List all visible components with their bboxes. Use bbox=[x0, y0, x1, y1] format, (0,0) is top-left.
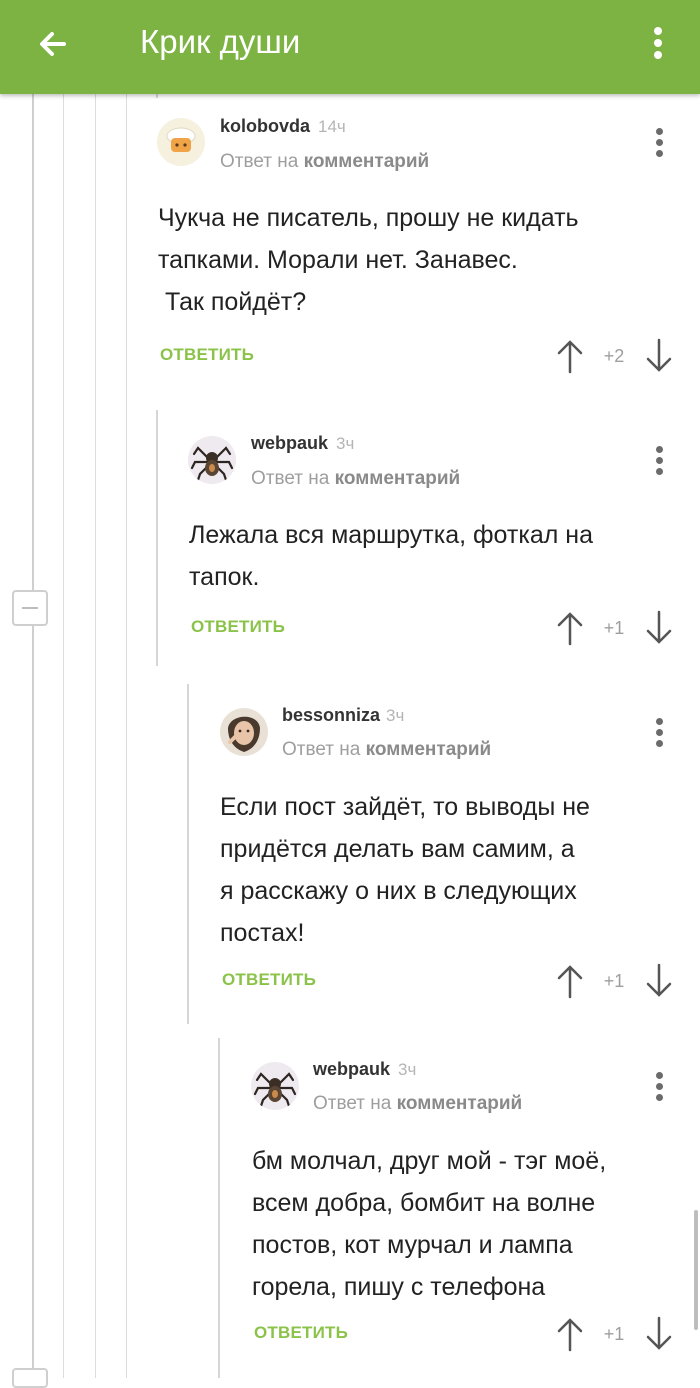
comment-rating: +1 bbox=[603, 618, 625, 638]
comment-author[interactable]: webpauk bbox=[251, 432, 328, 454]
comment-text: бм молчал, друг мой - тэг моё, всем добр… bbox=[252, 1147, 607, 1301]
comment-time: 3ч bbox=[386, 706, 405, 725]
reply-button[interactable]: ОТВЕТИТЬ bbox=[222, 969, 316, 991]
reply-prefix: Ответ на bbox=[313, 1093, 392, 1114]
reply-button[interactable]: ОТВЕТИТЬ bbox=[254, 1322, 348, 1344]
comment-rating: +1 bbox=[603, 971, 625, 991]
comment-author[interactable]: webpauk bbox=[313, 1058, 390, 1080]
comment-rating: +1 bbox=[603, 1324, 625, 1344]
comment-time: 3ч bbox=[336, 434, 355, 453]
reply-prefix: Ответ на bbox=[282, 739, 361, 760]
more-vertical-icon[interactable] bbox=[649, 714, 669, 754]
downvote-arrow-icon[interactable] bbox=[644, 338, 674, 374]
reply-to-label: Ответ на комментарий bbox=[251, 467, 460, 491]
reply-prefix: Ответ на bbox=[251, 468, 330, 489]
more-vertical-icon[interactable] bbox=[649, 1068, 669, 1108]
upvote-arrow-icon[interactable] bbox=[555, 338, 585, 374]
thread-rail bbox=[187, 684, 189, 1024]
more-vertical-icon[interactable] bbox=[649, 442, 669, 482]
reply-link[interactable]: комментарий bbox=[335, 468, 461, 489]
more-vertical-icon[interactable] bbox=[640, 18, 676, 70]
comment: webpauk 3ч Ответ на комментарий бм молча… bbox=[0, 1038, 700, 1378]
arrow-left-icon[interactable] bbox=[30, 20, 80, 70]
thread-rail bbox=[218, 1038, 220, 1378]
downvote-arrow-icon[interactable] bbox=[644, 610, 674, 646]
downvote-arrow-icon[interactable] bbox=[644, 963, 674, 999]
reply-button[interactable]: ОТВЕТИТЬ bbox=[160, 344, 254, 366]
app-bar: Крик души bbox=[0, 0, 700, 94]
thread-rail bbox=[156, 94, 158, 98]
thread-rail bbox=[156, 410, 158, 666]
scrollbar[interactable] bbox=[694, 1210, 698, 1330]
comment: kolobovda 14ч Ответ на комментарий Чукча… bbox=[0, 94, 700, 394]
page-title: Крик души bbox=[140, 23, 301, 60]
reply-prefix: Ответ на bbox=[220, 151, 299, 172]
chef-hat-avatar[interactable] bbox=[157, 118, 205, 166]
comment: webpauk 3ч Ответ на комментарий Лежала в… bbox=[0, 410, 700, 666]
tarantula-avatar[interactable] bbox=[188, 436, 236, 484]
downvote-arrow-icon[interactable] bbox=[644, 1316, 674, 1352]
reply-link[interactable]: комментарий bbox=[397, 1093, 523, 1114]
comment-time: 3ч bbox=[398, 1060, 417, 1079]
portrait-avatar[interactable] bbox=[220, 708, 268, 756]
comment-author[interactable]: kolobovda bbox=[220, 115, 310, 137]
reply-to-label: Ответ на комментарий bbox=[282, 738, 491, 762]
reply-to-label: Ответ на комментарий bbox=[220, 150, 429, 174]
upvote-arrow-icon[interactable] bbox=[555, 1316, 585, 1352]
comment-time: 14ч bbox=[318, 117, 346, 136]
comment-text: Если пост зайдёт, то выводы не придётся … bbox=[220, 793, 590, 947]
tarantula-avatar[interactable] bbox=[251, 1062, 299, 1110]
upvote-arrow-icon[interactable] bbox=[555, 610, 585, 646]
more-vertical-icon[interactable] bbox=[649, 124, 669, 164]
comment-author[interactable]: bessonniza bbox=[282, 704, 380, 726]
reply-link[interactable]: комментарий bbox=[366, 739, 492, 760]
reply-link[interactable]: комментарий bbox=[304, 151, 430, 172]
comment-text: Лежала вся маршрутка, фоткал на тапок. bbox=[189, 521, 593, 591]
upvote-arrow-icon[interactable] bbox=[555, 963, 585, 999]
comment-rating: +2 bbox=[603, 346, 625, 366]
reply-to-label: Ответ на комментарий bbox=[313, 1092, 522, 1116]
comment: bessonniza 3ч Ответ на комментарий Если … bbox=[0, 684, 700, 1024]
comment-text: Чукча не писатель, прошу не кидать тапка… bbox=[158, 204, 579, 316]
reply-button[interactable]: ОТВЕТИТЬ bbox=[191, 616, 285, 638]
